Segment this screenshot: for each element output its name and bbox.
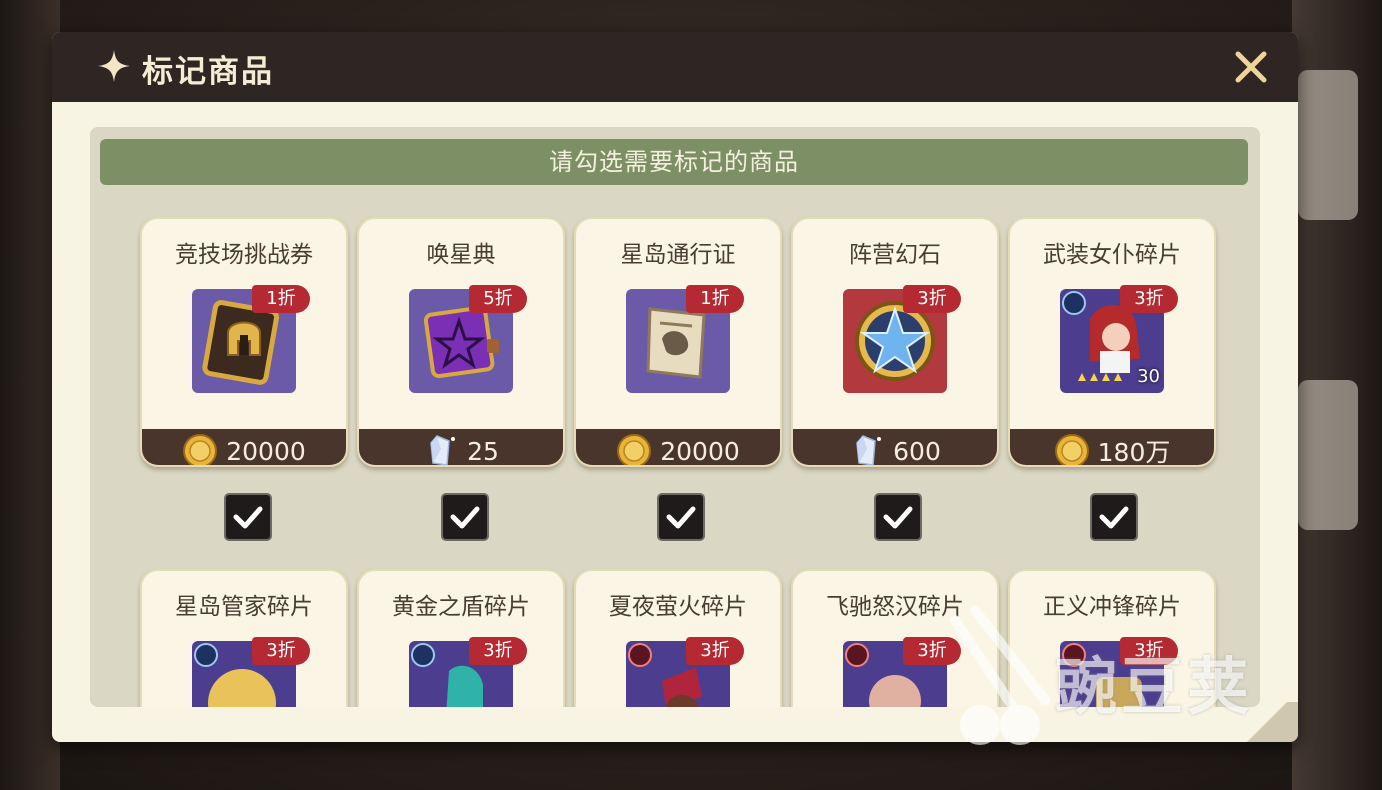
price-value: 25 [467, 436, 499, 466]
item-name: 唤星典 [426, 242, 496, 268]
crystal-icon [856, 435, 882, 465]
discount-badge: 3折 [1120, 637, 1178, 665]
mark-items-dialog: 标记商品 请勾选需要标记的商品 竞技场挑战券 1折 20000 唤星典 5折 2… [52, 32, 1298, 742]
item-card-firefly-shard[interactable]: 夏夜萤火碎片 3折 [574, 569, 782, 707]
discount-badge: 3折 [252, 637, 310, 665]
item-card-golden-shield-shard[interactable]: 黄金之盾碎片 3折 [357, 569, 565, 707]
page-corner-decoration [1238, 702, 1298, 742]
item-name: 黄金之盾碎片 [392, 594, 530, 620]
discount-badge: 1折 [686, 285, 744, 313]
price-value: 20000 [660, 436, 740, 466]
price-value: 600 [893, 436, 941, 466]
item-card-racer-shard[interactable]: 飞驰怒汉碎片 3折 [791, 569, 999, 707]
item-name: 星岛管家碎片 [175, 594, 313, 620]
gold-coin-icon [1054, 434, 1089, 465]
price-bar: 180万 [1010, 429, 1214, 467]
item-card-maid-shard[interactable]: 武装女仆碎片 30 3折 180万 [1008, 217, 1216, 467]
checkmark-icon [1099, 506, 1129, 529]
item-list-panel[interactable]: 请勾选需要标记的商品 竞技场挑战券 1折 20000 唤星典 5折 25 星岛通… [90, 127, 1260, 707]
discount-badge: 3折 [469, 637, 527, 665]
price-bar: 20000 [142, 429, 346, 466]
item-name: 飞驰怒汉碎片 [826, 594, 964, 620]
price-bar: 20000 [576, 429, 780, 466]
price-value: 20000 [226, 436, 306, 466]
discount-badge: 1折 [252, 285, 310, 313]
item-card-butler-shard[interactable]: 星岛管家碎片 3折 [140, 569, 348, 707]
item-card-faction-stone[interactable]: 阵营幻石 3折 600 [791, 217, 999, 467]
gold-coin-icon [617, 434, 652, 465]
close-icon[interactable] [1234, 50, 1268, 84]
instruction-banner: 请勾选需要标记的商品 [100, 139, 1248, 185]
item-checkbox[interactable] [874, 493, 922, 541]
price-bar: 600 [793, 429, 997, 466]
discount-badge: 3折 [686, 637, 744, 665]
item-card-arena-ticket[interactable]: 竞技场挑战券 1折 20000 [140, 217, 348, 467]
item-name: 武装女仆碎片 [1043, 242, 1181, 268]
item-card-star-tome[interactable]: 唤星典 5折 25 [357, 217, 565, 467]
item-name: 竞技场挑战券 [175, 242, 313, 268]
item-checkbox[interactable] [224, 493, 272, 541]
item-checkbox[interactable] [657, 493, 705, 541]
item-name: 星岛通行证 [620, 242, 736, 268]
item-card-island-pass[interactable]: 星岛通行证 1折 20000 [574, 217, 782, 467]
checkmark-icon [233, 506, 263, 529]
discount-badge: 3折 [1120, 285, 1178, 313]
item-name: 正义冲锋碎片 [1043, 594, 1181, 620]
item-name: 阵营幻石 [849, 242, 941, 268]
background-card [1298, 380, 1358, 530]
item-checkbox[interactable] [441, 493, 489, 541]
checkmark-icon [666, 506, 696, 529]
price-value: 180万 [1097, 438, 1171, 467]
discount-badge: 3折 [903, 637, 961, 665]
item-name: 夏夜萤火碎片 [609, 594, 747, 620]
checkmark-icon [883, 506, 913, 529]
star-count: 30 [1137, 366, 1160, 387]
background-left [0, 0, 60, 790]
item-checkbox[interactable] [1090, 493, 1138, 541]
price-bar: 25 [359, 429, 563, 466]
dialog-titlebar: 标记商品 [52, 32, 1298, 102]
gold-coin-icon [183, 434, 218, 465]
crystal-icon [430, 435, 456, 465]
discount-badge: 5折 [469, 285, 527, 313]
discount-badge: 3折 [903, 285, 961, 313]
background-card [1298, 70, 1358, 220]
checkmark-icon [450, 506, 480, 529]
dialog-title: 标记商品 [142, 54, 274, 90]
item-card-justice-shard[interactable]: 正义冲锋碎片 3折 [1008, 569, 1216, 707]
sparkle-star-icon [98, 50, 130, 82]
